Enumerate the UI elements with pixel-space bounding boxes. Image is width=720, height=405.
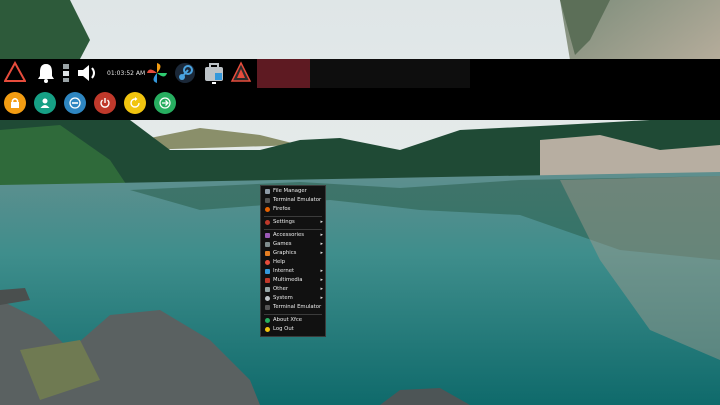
menu-item-label: Terminal Emulator bbox=[273, 304, 322, 310]
logout-icon bbox=[265, 327, 270, 332]
panel-clock[interactable]: 01:03:52 AM bbox=[107, 69, 145, 79]
other-icon bbox=[265, 287, 270, 292]
warning-triangle-icon bbox=[4, 61, 26, 82]
menu-item-label: File Manager bbox=[273, 188, 307, 194]
user-icon bbox=[40, 98, 50, 108]
terminal-icon bbox=[265, 198, 270, 203]
menu-item-log-out[interactable]: Log Out bbox=[261, 325, 325, 334]
menu-item-system[interactable]: System ▸ bbox=[261, 294, 325, 303]
menu-item-label: Multimedia bbox=[273, 277, 303, 283]
launcher-steam[interactable] bbox=[174, 62, 196, 84]
volume-icon bbox=[78, 65, 95, 81]
menu-item-graphics[interactable]: Graphics ▸ bbox=[261, 249, 325, 258]
notifications-button[interactable] bbox=[36, 62, 56, 84]
menu-item-file-manager[interactable]: File Manager bbox=[261, 187, 325, 196]
menu-item-label: System bbox=[273, 295, 293, 301]
steam-icon bbox=[175, 63, 195, 83]
shutdown-button[interactable] bbox=[94, 92, 116, 114]
submenu-arrow-icon: ▸ bbox=[320, 268, 323, 274]
pinwheel-icon bbox=[147, 63, 167, 83]
menu-item-about-xfce[interactable]: About Xfce bbox=[261, 316, 325, 325]
folder-icon bbox=[265, 189, 270, 194]
menu-item-label: Terminal Emulator bbox=[273, 197, 322, 203]
menu-item-other[interactable]: Other ▸ bbox=[261, 285, 325, 294]
menu-item-label: Games bbox=[273, 241, 292, 247]
lock-button[interactable] bbox=[4, 92, 26, 114]
submenu-arrow-icon: ▸ bbox=[320, 277, 323, 283]
terminal-icon bbox=[265, 305, 270, 310]
taskbar-strip bbox=[310, 59, 470, 88]
accessories-icon bbox=[265, 233, 270, 238]
launcher-arch[interactable] bbox=[230, 61, 252, 85]
menu-item-accessories[interactable]: Accessories ▸ bbox=[261, 231, 325, 240]
applications-menu-button[interactable] bbox=[4, 61, 26, 83]
help-icon bbox=[265, 260, 270, 265]
launcher-photos[interactable] bbox=[146, 62, 168, 84]
suspend-button[interactable] bbox=[64, 92, 86, 114]
menu-item-label: Accessories bbox=[273, 232, 305, 238]
menu-item-help[interactable]: Help bbox=[261, 258, 325, 267]
menu-item-label: About Xfce bbox=[273, 317, 303, 323]
launcher-software-store[interactable] bbox=[203, 61, 225, 85]
graphics-icon bbox=[265, 251, 270, 256]
submenu-arrow-icon: ▸ bbox=[320, 241, 323, 247]
menu-item-label: Firefox bbox=[273, 206, 291, 212]
menu-item-games[interactable]: Games ▸ bbox=[261, 240, 325, 249]
network-indicator[interactable] bbox=[62, 62, 70, 84]
multimedia-icon bbox=[265, 278, 270, 283]
settings-icon bbox=[265, 220, 270, 225]
submenu-arrow-icon: ▸ bbox=[320, 250, 323, 256]
power-icon bbox=[100, 98, 110, 108]
submenu-arrow-icon: ▸ bbox=[320, 286, 323, 292]
software-store-icon bbox=[205, 63, 223, 84]
minus-circle-icon bbox=[69, 97, 81, 109]
system-icon bbox=[265, 296, 270, 301]
menu-item-multimedia[interactable]: Multimedia ▸ bbox=[261, 276, 325, 285]
switch-user-button[interactable] bbox=[34, 92, 56, 114]
menu-item-label: Graphics bbox=[273, 250, 297, 256]
internet-icon bbox=[265, 269, 270, 274]
restart-button[interactable] bbox=[124, 92, 146, 114]
menu-item-label: Help bbox=[273, 259, 286, 265]
menu-item-terminal-emulator-2[interactable]: Terminal Emulator bbox=[261, 303, 325, 312]
active-task-button[interactable] bbox=[257, 59, 310, 88]
submenu-arrow-icon: ▸ bbox=[320, 295, 323, 301]
bell-icon bbox=[38, 64, 54, 83]
menu-item-label: Log Out bbox=[273, 326, 294, 332]
menu-item-firefox[interactable]: Firefox bbox=[261, 205, 325, 214]
applications-menu: File Manager Terminal Emulator Firefox S… bbox=[260, 185, 326, 337]
menu-item-label: Settings bbox=[273, 219, 295, 225]
submenu-arrow-icon: ▸ bbox=[320, 232, 323, 238]
menu-item-label: Other bbox=[273, 286, 289, 292]
firefox-icon bbox=[265, 207, 270, 212]
menu-item-internet[interactable]: Internet ▸ bbox=[261, 267, 325, 276]
volume-button[interactable] bbox=[76, 62, 100, 84]
logout-button[interactable] bbox=[154, 92, 176, 114]
menu-item-terminal-emulator[interactable]: Terminal Emulator bbox=[261, 196, 325, 205]
network-icon bbox=[63, 64, 69, 82]
arrow-right-icon bbox=[159, 97, 171, 109]
games-icon bbox=[265, 242, 270, 247]
arch-logo-icon bbox=[230, 61, 252, 82]
menu-item-label: Internet bbox=[273, 268, 295, 274]
about-icon bbox=[265, 318, 270, 323]
submenu-arrow-icon: ▸ bbox=[320, 219, 323, 225]
lock-icon bbox=[11, 98, 19, 108]
menu-item-settings[interactable]: Settings ▸ bbox=[261, 218, 325, 227]
refresh-icon bbox=[130, 97, 140, 108]
